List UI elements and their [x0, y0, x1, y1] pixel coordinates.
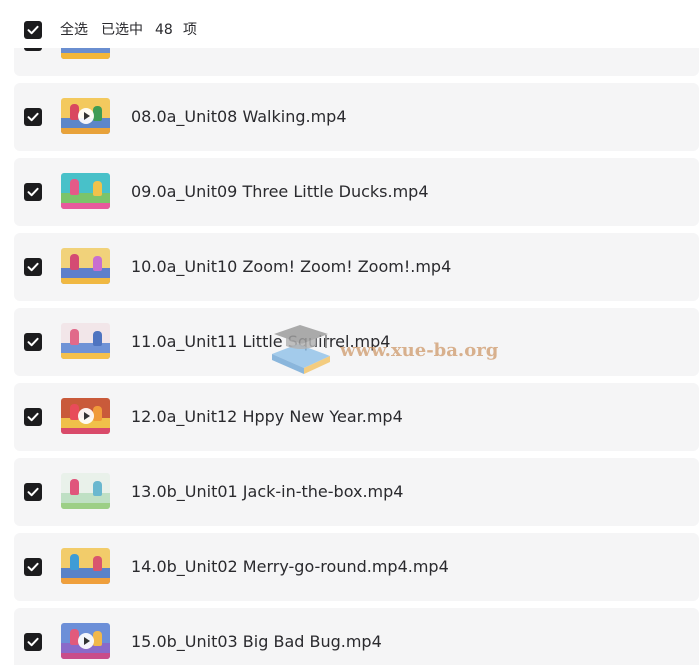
- selected-suffix: 项: [183, 22, 197, 38]
- video-thumbnail: [61, 323, 110, 359]
- file-name: 12.0a_Unit12 Hppy New Year.mp4: [131, 407, 403, 426]
- file-row[interactable]: 11.0a_Unit11 Little Squirrel.mp4: [14, 308, 699, 376]
- checkmark-icon: [27, 187, 39, 197]
- file-row[interactable]: 14.0b_Unit02 Merry-go-round.mp4.mp4: [14, 533, 699, 601]
- row-checkbox[interactable]: [24, 258, 42, 276]
- file-row[interactable]: 10.0a_Unit10 Zoom! Zoom! Zoom!.mp4: [14, 233, 699, 301]
- checkmark-icon: [27, 25, 39, 35]
- file-name: 10.0a_Unit10 Zoom! Zoom! Zoom!.mp4: [131, 257, 452, 276]
- video-thumbnail: [61, 473, 110, 509]
- row-checkbox[interactable]: [24, 108, 42, 126]
- file-row[interactable]: 12.0a_Unit12 Hppy New Year.mp4: [14, 383, 699, 451]
- play-icon: [78, 108, 94, 124]
- video-thumbnail: [61, 398, 110, 434]
- video-thumbnail: [61, 248, 110, 284]
- row-checkbox[interactable]: [24, 633, 42, 651]
- file-name: 15.0b_Unit03 Big Bad Bug.mp4: [131, 632, 382, 651]
- file-name: 09.0a_Unit09 Three Little Ducks.mp4: [131, 182, 429, 201]
- selection-header: 全选 已选中 48 项: [0, 0, 699, 48]
- checkmark-icon: [27, 562, 39, 572]
- row-checkbox[interactable]: [24, 408, 42, 426]
- file-row[interactable]: 09.0a_Unit09 Three Little Ducks.mp4: [14, 158, 699, 226]
- checkmark-icon: [27, 487, 39, 497]
- selected-count: 48: [155, 22, 173, 38]
- file-selection-screen: 08.0a_Unit08 Walking.mp4 09.0a_Unit09 Th…: [0, 0, 699, 665]
- checkmark-icon: [27, 112, 39, 122]
- file-row[interactable]: 08.0a_Unit08 Walking.mp4: [14, 83, 699, 151]
- checkmark-icon: [27, 637, 39, 647]
- video-thumbnail: [61, 98, 110, 134]
- row-checkbox[interactable]: [24, 333, 42, 351]
- select-all-checkbox[interactable]: [24, 21, 42, 39]
- row-checkbox[interactable]: [24, 183, 42, 201]
- file-row[interactable]: 15.0b_Unit03 Big Bad Bug.mp4: [14, 608, 699, 665]
- video-thumbnail: [61, 623, 110, 659]
- selected-prefix: 已选中: [101, 22, 143, 38]
- file-name: 14.0b_Unit02 Merry-go-round.mp4.mp4: [131, 557, 449, 576]
- checkmark-icon: [27, 337, 39, 347]
- file-name: 08.0a_Unit08 Walking.mp4: [131, 107, 347, 126]
- play-icon: [78, 408, 94, 424]
- video-thumbnail: [61, 548, 110, 584]
- checkmark-icon: [27, 412, 39, 422]
- checkmark-icon: [27, 262, 39, 272]
- file-list: 08.0a_Unit08 Walking.mp4 09.0a_Unit09 Th…: [0, 0, 699, 665]
- file-name: 13.0b_Unit01 Jack-in-the-box.mp4: [131, 482, 404, 501]
- row-checkbox[interactable]: [24, 483, 42, 501]
- file-name: 11.0a_Unit11 Little Squirrel.mp4: [131, 332, 391, 351]
- select-all-label[interactable]: 全选: [60, 21, 88, 39]
- video-thumbnail: [61, 173, 110, 209]
- file-row[interactable]: 13.0b_Unit01 Jack-in-the-box.mp4: [14, 458, 699, 526]
- play-icon: [78, 633, 94, 649]
- row-checkbox[interactable]: [24, 558, 42, 576]
